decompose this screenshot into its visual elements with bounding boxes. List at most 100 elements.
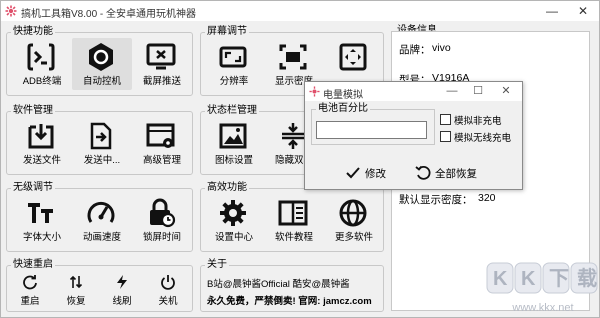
reboot-power-off[interactable]: 关机 — [145, 272, 191, 308]
tile-sending[interactable]: 发送中... — [72, 117, 132, 169]
tutorial-icon — [278, 200, 308, 226]
tile-label: 关机 — [158, 296, 178, 307]
tile-label: 更多软件 — [334, 232, 373, 243]
group-title: 高效功能 — [205, 182, 249, 194]
group-title: 快捷功能 — [11, 26, 55, 38]
simulate-not-charging-checkbox[interactable]: 模拟非充电 — [440, 113, 524, 127]
kk-download-watermark: K K 下 载 www.kkx.net — [486, 262, 598, 314]
settings-center-icon — [220, 200, 246, 226]
window-title: 搞机工具箱V8.00 - 全安卓通用玩机神器 — [21, 9, 197, 20]
checkmark-icon — [346, 167, 360, 179]
group-title: 软件管理 — [11, 105, 55, 117]
tile-icon-settings[interactable]: 图标设置 — [204, 117, 264, 169]
sending-icon — [90, 122, 112, 150]
tile-label: 高级管理 — [142, 155, 181, 166]
dialog-close-button[interactable]: ✕ — [493, 82, 519, 101]
tile-label: 锁屏时间 — [142, 232, 181, 243]
group-efficient-functions: 高效功能 设置中心 软件教程 更多软件 — [200, 182, 384, 252]
device-density-label: 默认显示密度： — [399, 194, 473, 206]
battery-percent-label: 电池百分比 — [316, 103, 370, 115]
tile-send-file[interactable]: 发送文件 — [12, 117, 72, 169]
undo-icon — [415, 165, 431, 180]
about-notice-text: 永久免费，严禁倒卖! 官网: jamcz.com — [207, 296, 372, 307]
group-title: 快速重启 — [11, 259, 55, 271]
device-density-value: 320 — [478, 192, 496, 204]
reboot-restart[interactable]: 重启 — [7, 272, 53, 308]
group-title: 关于 — [205, 259, 229, 271]
close-button[interactable]: ✕ — [568, 1, 598, 21]
battery-percent-input[interactable] — [316, 121, 427, 139]
tile-settings-center[interactable]: 设置中心 — [204, 194, 264, 246]
more-software-icon — [339, 199, 367, 227]
main-window: 搞机工具箱V8.00 - 全安卓通用玩机神器 — ✕ 快捷功能 ADB终端 自动… — [0, 0, 600, 318]
group-fast-reboot: 快速重启 重启 恢复 线刷 关机 — [6, 259, 193, 312]
tile-label: 恢复 — [66, 296, 86, 307]
tile-label: 线刷 — [112, 296, 132, 307]
dialog-maximize-button[interactable]: ☐ — [465, 82, 491, 101]
tile-auto-control[interactable]: 自动控机 — [72, 38, 132, 90]
screenshot-push-icon — [146, 43, 176, 70]
advanced-manage-icon — [146, 123, 175, 148]
adb-terminal-icon — [27, 43, 55, 71]
animation-speed-icon — [87, 201, 115, 223]
tile-label: 重启 — [20, 296, 40, 307]
watermark-char-k1: K — [493, 268, 508, 290]
group-title: 状态栏管理 — [205, 105, 259, 117]
flash-icon — [117, 275, 127, 289]
tile-advanced-manage[interactable]: 高级管理 — [132, 117, 192, 169]
group-title: 无级调节 — [11, 182, 55, 194]
tile-label: 截屏推送 — [142, 76, 181, 87]
tile-font-size[interactable]: 字体大小 — [12, 194, 72, 246]
group-quick-functions: 快捷功能 ADB终端 自动控机 截屏推送 — [6, 26, 193, 96]
app-logo-icon — [5, 5, 17, 17]
tile-resolution[interactable]: 分辨率 — [204, 38, 264, 90]
group-software-manage: 软件管理 发送文件 发送中... 高级管理 — [6, 105, 193, 175]
about-social-text: B站@晨钟酱Official 酷安@晨钟酱 — [207, 279, 350, 290]
battery-percent-group: 电池百分比 — [311, 103, 435, 145]
group-title: 屏幕调节 — [205, 26, 249, 38]
restore-all-button[interactable]: 全部恢复 — [415, 163, 515, 183]
device-brand-value: vivo — [432, 42, 451, 54]
dialog-logo-icon — [309, 86, 320, 97]
watermark-char-4: 载 — [577, 266, 597, 290]
restart-icon — [23, 275, 37, 290]
dialog-minimize-button[interactable]: — — [439, 82, 465, 101]
group-about: 关于 B站@晨钟酱Official 酷安@晨钟酱 永久免费，严禁倒卖! 官网: … — [200, 259, 384, 312]
dialog-title: 电量模拟 — [323, 90, 363, 101]
tile-animation-speed[interactable]: 动画速度 — [72, 194, 132, 246]
checkbox-box[interactable] — [440, 114, 451, 125]
reboot-recovery[interactable]: 恢复 — [53, 272, 99, 308]
font-size-icon — [28, 203, 53, 223]
dialog-title-bar[interactable]: 电量模拟 — ☐ ✕ — [305, 82, 522, 101]
watermark-char-3: 下 — [549, 268, 569, 290]
reboot-flash[interactable]: 线刷 — [99, 272, 145, 308]
watermark-char-k2: K — [521, 268, 536, 290]
group-stepless-adjust: 无级调节 字体大小 动画速度 锁屏时间 — [6, 182, 193, 252]
battery-sim-dialog: 电量模拟 — ☐ ✕ 电池百分比 模拟非充电 模拟无线充电 修改 全部恢复 — [304, 81, 523, 190]
checkbox-box[interactable] — [440, 131, 451, 142]
density-icon — [279, 44, 307, 70]
device-brand-label: 品牌： — [399, 44, 431, 56]
recovery-icon — [69, 275, 83, 289]
send-file-icon — [28, 124, 54, 149]
checkbox-label: 模拟无线充电 — [454, 133, 512, 144]
tile-lock-time[interactable]: 锁屏时间 — [132, 194, 192, 246]
resolution-icon — [219, 46, 247, 68]
auto-control-icon — [89, 43, 113, 71]
tile-more-software[interactable]: 更多软件 — [324, 194, 384, 246]
tile-software-tutorial[interactable]: 软件教程 — [264, 194, 324, 246]
watermark-url: www.kkx.net — [511, 302, 573, 314]
icon-settings-icon — [219, 123, 247, 149]
expand-icon — [339, 43, 367, 71]
power-icon — [161, 275, 175, 290]
restore-all-label: 全部恢复 — [435, 168, 477, 180]
tile-screenshot-push[interactable]: 截屏推送 — [132, 38, 192, 90]
lock-time-icon — [150, 198, 176, 228]
minimize-button[interactable]: — — [537, 1, 567, 21]
simulate-wireless-charging-checkbox[interactable]: 模拟无线充电 — [440, 130, 524, 144]
tile-adb-terminal[interactable]: ADB终端 — [12, 38, 72, 90]
checkbox-label: 模拟非充电 — [454, 116, 502, 127]
modify-label: 修改 — [365, 168, 386, 180]
modify-button[interactable]: 修改 — [345, 163, 405, 183]
title-bar[interactable]: 搞机工具箱V8.00 - 全安卓通用玩机神器 — ✕ — [1, 1, 599, 21]
